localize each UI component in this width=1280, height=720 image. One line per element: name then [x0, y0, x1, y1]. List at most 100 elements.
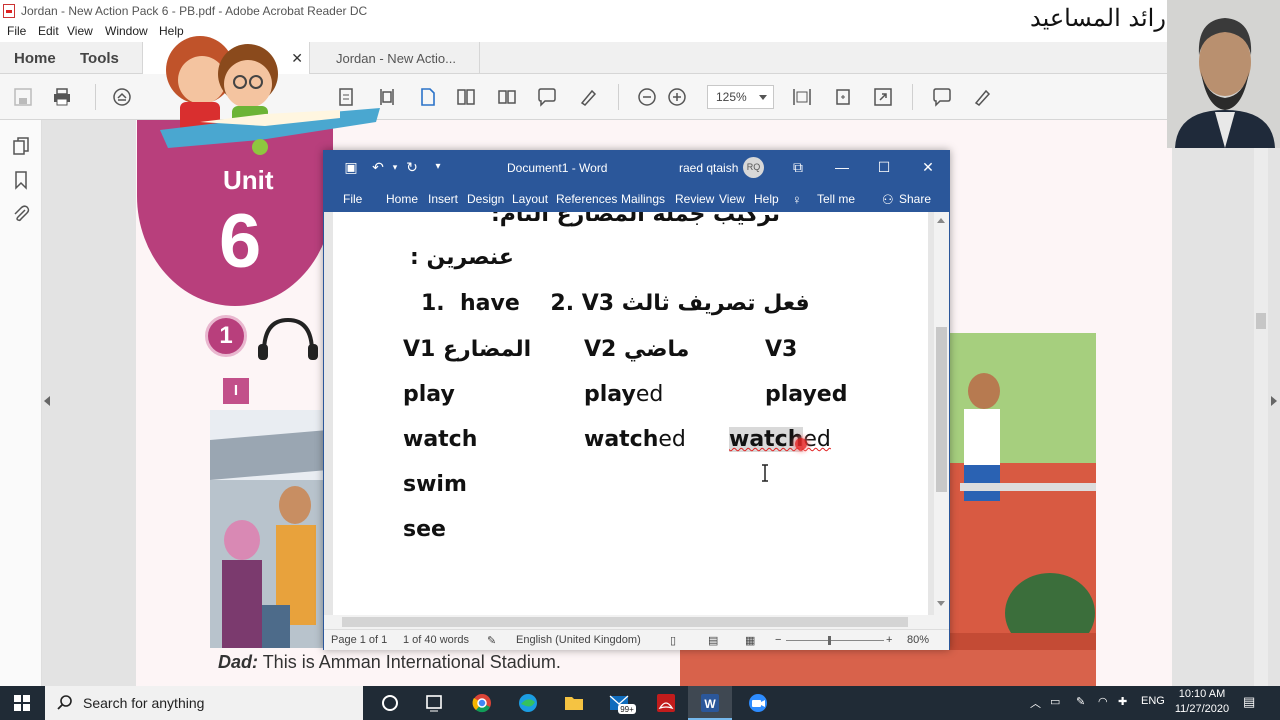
ribbon-tab-view[interactable]: View [719, 192, 745, 206]
scroll-down-icon[interactable] [937, 601, 945, 606]
share-button[interactable]: Share [899, 192, 931, 206]
show-hidden-icons-icon[interactable]: ︿ [1030, 695, 1041, 711]
file-explorer-icon[interactable] [552, 686, 596, 720]
share-person-icon[interactable]: ⚇ [882, 192, 894, 208]
network-devices-icon[interactable]: ▭ [1050, 695, 1060, 708]
read-mode-icon[interactable]: ▯ [670, 634, 676, 647]
zoom-slider[interactable] [786, 636, 884, 645]
ribbon-tab-mailings[interactable]: Mailings [621, 192, 665, 206]
ribbon-tab-references[interactable]: References [556, 192, 617, 206]
book-view-icon[interactable] [497, 87, 517, 107]
word-document-body[interactable]: تركيب جملة المضارع التام: عنصرين : 1. ha… [324, 212, 949, 615]
antivirus-icon[interactable]: ✚ [1118, 695, 1127, 708]
pen-tray-icon[interactable]: ✎ [1076, 695, 1085, 708]
acrobat-reader-icon[interactable] [644, 686, 688, 720]
ribbon-tab-review[interactable]: Review [675, 192, 714, 206]
ribbon-tab-layout[interactable]: Layout [512, 192, 548, 206]
task-view-icon[interactable] [412, 686, 456, 720]
full-screen-icon[interactable] [873, 87, 893, 107]
word-vertical-scrollbar[interactable] [934, 212, 949, 615]
next-page-arrow-icon[interactable] [1271, 396, 1277, 406]
print-icon[interactable] [52, 87, 72, 107]
cortana-icon[interactable] [368, 686, 412, 720]
word-taskbar-icon[interactable]: W [688, 686, 732, 720]
menu-edit[interactable]: Edit [38, 24, 59, 38]
print-layout-icon[interactable]: ▤ [708, 634, 718, 647]
save-icon[interactable] [13, 87, 33, 107]
customize-qat-icon[interactable]: ▾ [430, 159, 446, 175]
tell-me-box[interactable]: Tell me [817, 192, 855, 206]
ribbon-tab-insert[interactable]: Insert [428, 192, 458, 206]
ribbon-tab-help[interactable]: Help [754, 192, 779, 206]
unit-label: Unit [223, 165, 274, 195]
zoom-out-icon[interactable]: − [775, 634, 781, 646]
attachment-icon[interactable] [11, 204, 31, 224]
signed-in-user[interactable]: raed qtaish [679, 161, 738, 175]
ribbon-display-options-icon[interactable]: ⧉ [790, 159, 806, 175]
tab-home[interactable]: Home [14, 50, 56, 67]
input-language[interactable]: ENG [1141, 695, 1165, 707]
web-layout-icon[interactable]: ▦ [745, 634, 755, 647]
windows-start-icon[interactable] [14, 695, 30, 711]
outlook-icon[interactable]: 99+ [598, 686, 642, 720]
ribbon-tab-file[interactable]: File [343, 192, 362, 206]
zoom-in-icon[interactable]: + [886, 634, 892, 646]
status-language[interactable]: English (United Kingdom) [516, 634, 641, 646]
ribbon-tab-design[interactable]: Design [467, 192, 504, 206]
undo-dropdown-icon[interactable]: ▾ [387, 159, 403, 175]
close-icon[interactable]: ✕ [920, 159, 936, 175]
scrollbar-thumb[interactable] [1256, 313, 1266, 329]
scrollbar-thumb[interactable] [936, 327, 947, 492]
status-zoom[interactable]: 80% [907, 634, 929, 646]
scrollbar-thumb[interactable] [342, 617, 908, 627]
v2-stem: play [584, 382, 636, 407]
pen-icon[interactable] [972, 87, 992, 107]
status-page[interactable]: Page 1 of 1 [331, 634, 387, 646]
menu-view[interactable]: View [67, 24, 93, 38]
highlight-icon[interactable] [578, 87, 598, 107]
acrobat-vertical-scrollbar[interactable] [1254, 148, 1268, 686]
comment-icon-2[interactable] [932, 87, 952, 107]
avatar[interactable]: RQ [743, 157, 764, 178]
edge-icon[interactable] [506, 686, 550, 720]
lightbulb-icon[interactable]: ♀ [792, 192, 802, 207]
system-clock[interactable]: 10:10 AM 11/27/2020 [1172, 687, 1232, 717]
zoom-in-icon[interactable] [667, 87, 687, 107]
save-icon[interactable]: ▣ [343, 159, 359, 175]
zoom-out-icon[interactable] [637, 87, 657, 107]
word-page[interactable]: تركيب جملة المضارع التام: عنصرين : 1. ha… [333, 212, 928, 615]
pages-panel-icon[interactable] [11, 136, 31, 156]
proofing-icon[interactable]: ✎ [487, 634, 496, 647]
status-words[interactable]: 1 of 40 words [403, 634, 469, 646]
maximize-icon[interactable]: ☐ [876, 159, 892, 175]
scroll-up-icon[interactable] [937, 218, 945, 223]
menu-file[interactable]: File [7, 24, 26, 38]
formula-right: فعل تصريف ثالث [621, 291, 810, 316]
single-page-icon[interactable] [418, 87, 438, 107]
ribbon-tab-home[interactable]: Home [386, 192, 418, 206]
taskbar-search-box[interactable]: Search for anything [45, 686, 363, 720]
comment-icon[interactable] [537, 87, 557, 107]
wifi-icon[interactable]: ◠ [1098, 695, 1108, 708]
redo-icon[interactable]: ↻ [404, 159, 420, 175]
chrome-icon[interactable] [460, 686, 504, 720]
minimize-icon[interactable]: — [834, 159, 850, 175]
word-horizontal-scrollbar[interactable] [324, 615, 949, 629]
tab-tools[interactable]: Tools [80, 50, 119, 67]
zoom-select[interactable]: 125% [707, 85, 774, 109]
two-page-scroll-icon[interactable] [456, 87, 476, 107]
row-v2: played [584, 382, 663, 407]
page-up-icon[interactable] [112, 87, 132, 107]
row-v3-selected[interactable]: watched [729, 427, 831, 452]
bookmark-icon[interactable] [11, 170, 31, 190]
unit-number: 6 [219, 199, 262, 284]
section-number-badge: 1 [205, 315, 247, 357]
notification-icon[interactable]: ▤ [1243, 694, 1255, 710]
prev-page-arrow-icon[interactable] [44, 396, 50, 406]
kids-reading-book-image [140, 22, 390, 162]
zoom-app-icon[interactable] [736, 686, 780, 720]
fit-width-icon[interactable] [792, 87, 812, 107]
pointer-highlight-icon [795, 438, 807, 450]
undo-icon[interactable]: ↶ [370, 159, 386, 175]
rotate-icon[interactable] [833, 87, 853, 107]
